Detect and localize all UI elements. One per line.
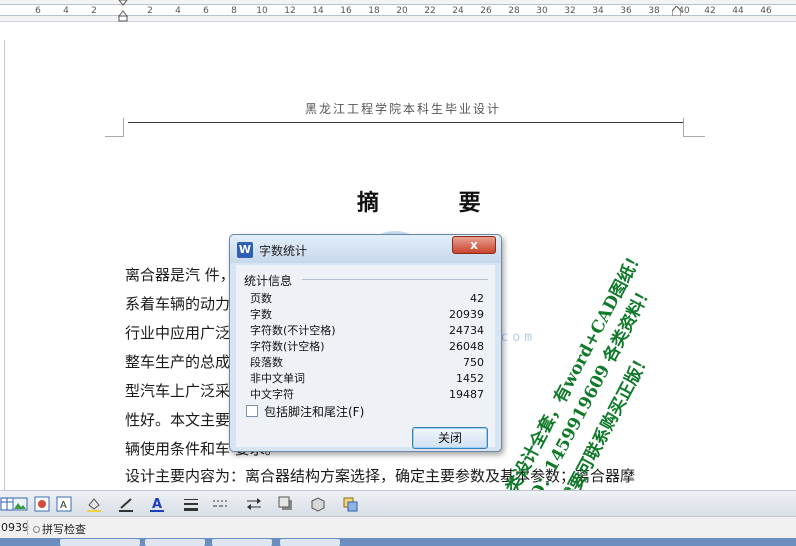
wps-writer-icon: W xyxy=(237,242,253,258)
taskbar-button[interactable] xyxy=(145,539,205,546)
page-gap xyxy=(0,22,796,40)
taskbar xyxy=(0,538,796,546)
font-color-icon[interactable]: A xyxy=(149,496,165,512)
stat-value: 1452 xyxy=(456,371,484,385)
ruler-tick: 6 xyxy=(203,6,209,16)
dialog-body: 统计信息 页数 42 字数 20939 字符数(不计空格) 24734 字符数(计空格… xyxy=(236,265,495,449)
line-style-icon[interactable] xyxy=(183,496,199,512)
stats-group-label: 统计信息 xyxy=(244,274,293,288)
table-row: 非中文单词 1452 xyxy=(250,370,486,386)
stat-label: 字数 xyxy=(250,308,272,321)
3d-icon[interactable] xyxy=(310,496,326,512)
ruler-tick: 10 xyxy=(256,6,268,16)
fill-color-icon[interactable] xyxy=(86,496,102,512)
textbox-icon[interactable]: A xyxy=(56,496,72,512)
stat-value: 750 xyxy=(463,355,484,369)
ruler-tick: 46 xyxy=(760,6,772,16)
dialog-title: 字数统计 xyxy=(259,244,308,258)
ruler-tick: 30 xyxy=(536,6,548,16)
line-color-icon[interactable] xyxy=(118,496,134,512)
ruler-tick: 28 xyxy=(508,6,520,16)
stat-label: 字符数(计空格) xyxy=(250,340,325,353)
include-footnotes-checkbox[interactable] xyxy=(246,405,258,417)
table-row: 字符数(计空格) 26048 xyxy=(250,338,486,354)
table-row: 字数 20939 xyxy=(250,306,486,322)
taskbar-button[interactable] xyxy=(60,539,140,546)
taskbar-button[interactable] xyxy=(212,539,272,546)
ruler-tick: 2 xyxy=(147,6,153,16)
margin-corner-mark xyxy=(683,118,684,136)
drawing-toolbar: A A xyxy=(0,490,796,516)
ruler-tick: 22 xyxy=(424,6,436,16)
arrow-style-icon[interactable] xyxy=(246,496,262,512)
stat-value: 24734 xyxy=(449,323,484,337)
margin-corner-mark xyxy=(123,118,124,136)
ruler-tick: 8 xyxy=(231,6,237,16)
group-divider xyxy=(302,279,488,280)
indent-marker-icon[interactable] xyxy=(118,0,128,22)
close-button[interactable]: 关闭 xyxy=(412,427,488,449)
stat-value: 20939 xyxy=(449,307,484,321)
ruler-tick: 44 xyxy=(732,6,744,16)
stat-value: 42 xyxy=(470,291,484,305)
ruler-tick: 14 xyxy=(312,6,324,16)
margin-corner-mark xyxy=(683,136,705,137)
page-header-text: 黑龙江工程学院本科生毕业设计 xyxy=(305,102,502,116)
word-count-status[interactable]: 0939 xyxy=(1,521,29,534)
header-rule xyxy=(128,122,684,123)
stat-label: 段落数 xyxy=(250,356,283,369)
ruler-tick: 26 xyxy=(480,6,492,16)
include-footnotes-label[interactable]: 包括脚注和尾注(F) xyxy=(264,403,364,420)
stat-label: 字符数(不计空格) xyxy=(250,324,336,337)
dash-style-icon[interactable] xyxy=(212,496,228,512)
ruler-tick: 32 xyxy=(564,6,576,16)
table-row: 页数 42 xyxy=(250,290,486,306)
status-bar: 0939 拼写检查 xyxy=(0,516,796,538)
svg-text:A: A xyxy=(152,497,162,512)
dialog-titlebar[interactable]: W 字数统计 x xyxy=(230,235,501,263)
abstract-title: 摘 要 xyxy=(357,190,517,216)
taskbar-button[interactable] xyxy=(280,539,340,546)
word-count-dialog[interactable]: W 字数统计 x 统计信息 页数 42 字数 20939 字符数(不计空格) 2473… xyxy=(229,234,502,452)
stats-table: 页数 42 字数 20939 字符数(不计空格) 24734 字符数(计空格) 2604… xyxy=(250,290,486,402)
ruler-tick: 34 xyxy=(592,6,604,16)
ruler-tick: 36 xyxy=(620,6,632,16)
ruler-tick: 16 xyxy=(340,6,352,16)
spell-check-icon xyxy=(33,526,40,533)
shadow-icon[interactable] xyxy=(278,496,294,512)
spell-check-label: 拼写检查 xyxy=(42,523,86,536)
ruler-tick: 12 xyxy=(284,6,296,16)
ruler-tick: 42 xyxy=(704,6,716,16)
ruler-tick: 38 xyxy=(648,6,660,16)
stat-value: 19487 xyxy=(449,387,484,401)
table-row: 段落数 750 xyxy=(250,354,486,370)
picture-icon[interactable] xyxy=(12,496,28,512)
stat-label: 页数 xyxy=(250,292,272,305)
spell-check-status[interactable]: 拼写检查 xyxy=(33,521,86,537)
svg-text:A: A xyxy=(60,500,67,511)
right-indent-marker-icon[interactable] xyxy=(672,6,681,16)
dialog-close-x-button[interactable]: x xyxy=(452,236,496,254)
stat-value: 26048 xyxy=(449,339,484,353)
ruler-tick: 24 xyxy=(452,6,464,16)
stat-label: 非中文单词 xyxy=(250,372,305,385)
ruler-tick: 4 xyxy=(63,6,69,16)
ruler-tick: 2 xyxy=(91,6,97,16)
table-row: 中文字符 19487 xyxy=(250,386,486,402)
ruler-tick: 18 xyxy=(368,6,380,16)
select-objects-icon[interactable] xyxy=(342,496,358,512)
clipart-icon[interactable] xyxy=(34,496,50,512)
margin-corner-mark xyxy=(105,136,124,137)
stat-label: 中文字符 xyxy=(250,388,294,401)
ruler-tick: 4 xyxy=(175,6,181,16)
status-separator xyxy=(27,520,28,535)
ruler-tick: 20 xyxy=(396,6,408,16)
horizontal-ruler[interactable]: 6 4 2 2 4 6 8 10 12 14 16 18 20 22 24 26… xyxy=(0,0,796,22)
table-row: 字符数(不计空格) 24734 xyxy=(250,322,486,338)
ruler-tick: 6 xyxy=(35,6,41,16)
